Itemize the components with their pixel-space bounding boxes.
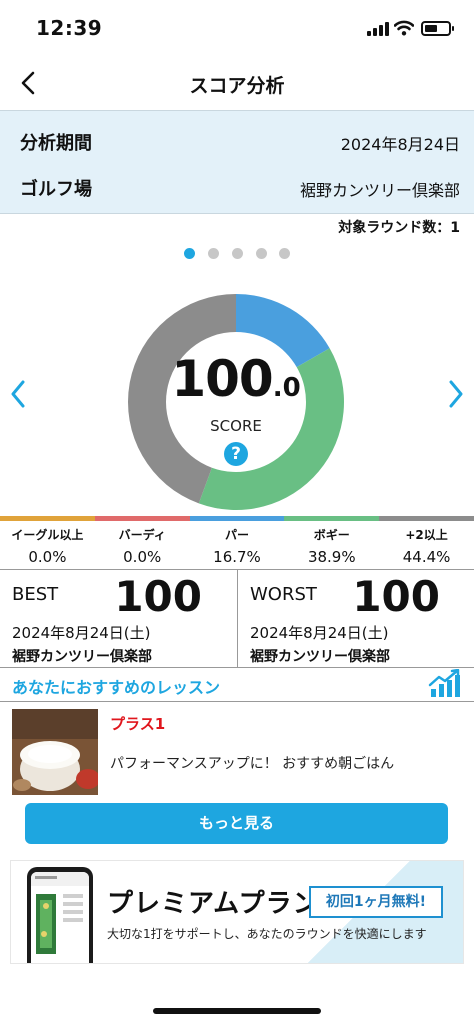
golf-course-value: 裾野カンツリー倶楽部 bbox=[299, 181, 460, 200]
page-dot-1[interactable] bbox=[184, 248, 195, 259]
dist-label: バーディ bbox=[118, 528, 166, 542]
dist-col-bogey: ボギー 38.9% bbox=[284, 522, 379, 568]
analysis-period-row: 分析期間 2024年8月24日 bbox=[20, 127, 460, 157]
category-color-strip bbox=[0, 516, 474, 521]
page-indicator bbox=[184, 248, 294, 260]
lesson-card[interactable]: プラス1 パフォーマンスアップに！ おすすめ朝ごはん bbox=[12, 709, 462, 795]
free-trial-badge: 初回1ヶ月無料! bbox=[309, 886, 443, 918]
dist-col-par: パー 16.7% bbox=[190, 522, 285, 568]
page-dot-5[interactable] bbox=[279, 248, 290, 259]
dist-col-eagle: イーグル以上 0.0% bbox=[0, 522, 95, 568]
best-course: 裾野カンツリー倶楽部 bbox=[12, 649, 152, 665]
dist-value: 0.0% bbox=[123, 548, 162, 566]
trending-chart-icon[interactable] bbox=[428, 669, 462, 699]
previous-chevron-icon[interactable] bbox=[8, 378, 28, 410]
status-time: 12:39 bbox=[36, 16, 103, 40]
average-score: 100.0 bbox=[128, 350, 344, 408]
premium-plan-title: プレミアムプラン bbox=[107, 889, 320, 919]
dist-col-birdie: バーディ 0.0% bbox=[95, 522, 190, 568]
dist-label: イーグル以上 bbox=[11, 528, 84, 542]
best-score-panel[interactable]: BEST 100 2024年8月24日(土) 裾野カンツリー倶楽部 bbox=[0, 570, 236, 667]
course-map-image bbox=[31, 872, 89, 963]
color-strip-segment bbox=[0, 516, 95, 521]
battery-icon bbox=[421, 21, 454, 36]
best-date: 2024年8月24日(土) bbox=[12, 624, 151, 642]
wifi-icon bbox=[394, 20, 414, 36]
color-strip-segment bbox=[379, 516, 474, 521]
next-chevron-icon[interactable] bbox=[446, 378, 466, 410]
lesson-tag: プラス1 bbox=[110, 715, 166, 733]
target-round-count: 対象ラウンド数：1 bbox=[338, 220, 460, 236]
analysis-period-label: 分析期間 bbox=[20, 133, 92, 154]
worst-label: WORST bbox=[250, 584, 317, 605]
analysis-info-panel: 分析期間 2024年8月24日 ゴルフ場 裾野カンツリー倶楽部 bbox=[0, 110, 474, 214]
premium-plan-subtitle: 大切な1打をサポートし、あなたのラウンドを快適にします bbox=[107, 927, 427, 941]
golf-course-row: ゴルフ場 裾野カンツリー倶楽部 bbox=[20, 173, 460, 203]
worst-score-panel[interactable]: WORST 100 2024年8月24日(土) 裾野カンツリー倶楽部 bbox=[237, 570, 474, 667]
golf-course-label: ゴルフ場 bbox=[20, 179, 92, 200]
dist-value: 44.4% bbox=[402, 548, 451, 566]
premium-plan-banner[interactable]: プレミアムプラン 初回1ヶ月無料! 大切な1打をサポートし、あなたのラウンドを快… bbox=[10, 860, 464, 964]
see-more-button[interactable]: もっと見る bbox=[25, 803, 448, 844]
status-bar: 12:39 bbox=[0, 0, 474, 58]
dist-label: +2以上 bbox=[405, 528, 448, 542]
nav-bar: スコア分析 bbox=[0, 58, 474, 110]
worst-course: 裾野カンツリー倶楽部 bbox=[250, 649, 390, 665]
best-score: 100 bbox=[114, 572, 202, 621]
worst-date: 2024年8月24日(土) bbox=[250, 624, 389, 642]
dist-value: 0.0% bbox=[28, 548, 67, 566]
cellular-signal-icon bbox=[367, 22, 389, 36]
phone-mockup-image bbox=[27, 867, 93, 963]
score-distribution-table: イーグル以上 0.0% バーディ 0.0% パー 16.7% ボギー 38.9%… bbox=[0, 522, 474, 568]
color-strip-segment bbox=[284, 516, 380, 521]
score-integer: 100 bbox=[171, 350, 273, 408]
page-dot-4[interactable] bbox=[256, 248, 267, 259]
dist-label: ボギー bbox=[313, 528, 350, 542]
page-dot-2[interactable] bbox=[208, 248, 219, 259]
worst-score: 100 bbox=[352, 572, 440, 621]
dist-col-double-bogey-plus: +2以上 44.4% bbox=[379, 522, 474, 568]
color-strip-segment bbox=[189, 516, 285, 521]
best-label: BEST bbox=[12, 584, 59, 605]
page-title: スコア分析 bbox=[189, 75, 285, 97]
recommended-lessons-title: あなたにおすすめのレッスン bbox=[12, 678, 221, 697]
home-indicator bbox=[153, 1008, 321, 1014]
dist-value: 38.9% bbox=[307, 548, 356, 566]
analysis-period-value: 2024年8月24日 bbox=[340, 135, 460, 154]
color-strip-segment bbox=[94, 516, 190, 521]
lesson-text: パフォーマンスアップに！ おすすめ朝ごはん bbox=[110, 756, 395, 772]
help-icon[interactable]: ? bbox=[224, 442, 248, 466]
dist-label: パー bbox=[224, 528, 249, 542]
score-label: SCORE bbox=[210, 417, 262, 435]
lesson-thumbnail-image bbox=[12, 709, 98, 795]
score-decimal: .0 bbox=[272, 373, 301, 403]
best-worst-row: BEST 100 2024年8月24日(土) 裾野カンツリー倶楽部 WORST … bbox=[0, 569, 474, 668]
dist-value: 16.7% bbox=[213, 548, 261, 566]
page-dot-3[interactable] bbox=[232, 248, 243, 259]
recommended-lessons-header: あなたにおすすめのレッスン bbox=[0, 668, 474, 702]
